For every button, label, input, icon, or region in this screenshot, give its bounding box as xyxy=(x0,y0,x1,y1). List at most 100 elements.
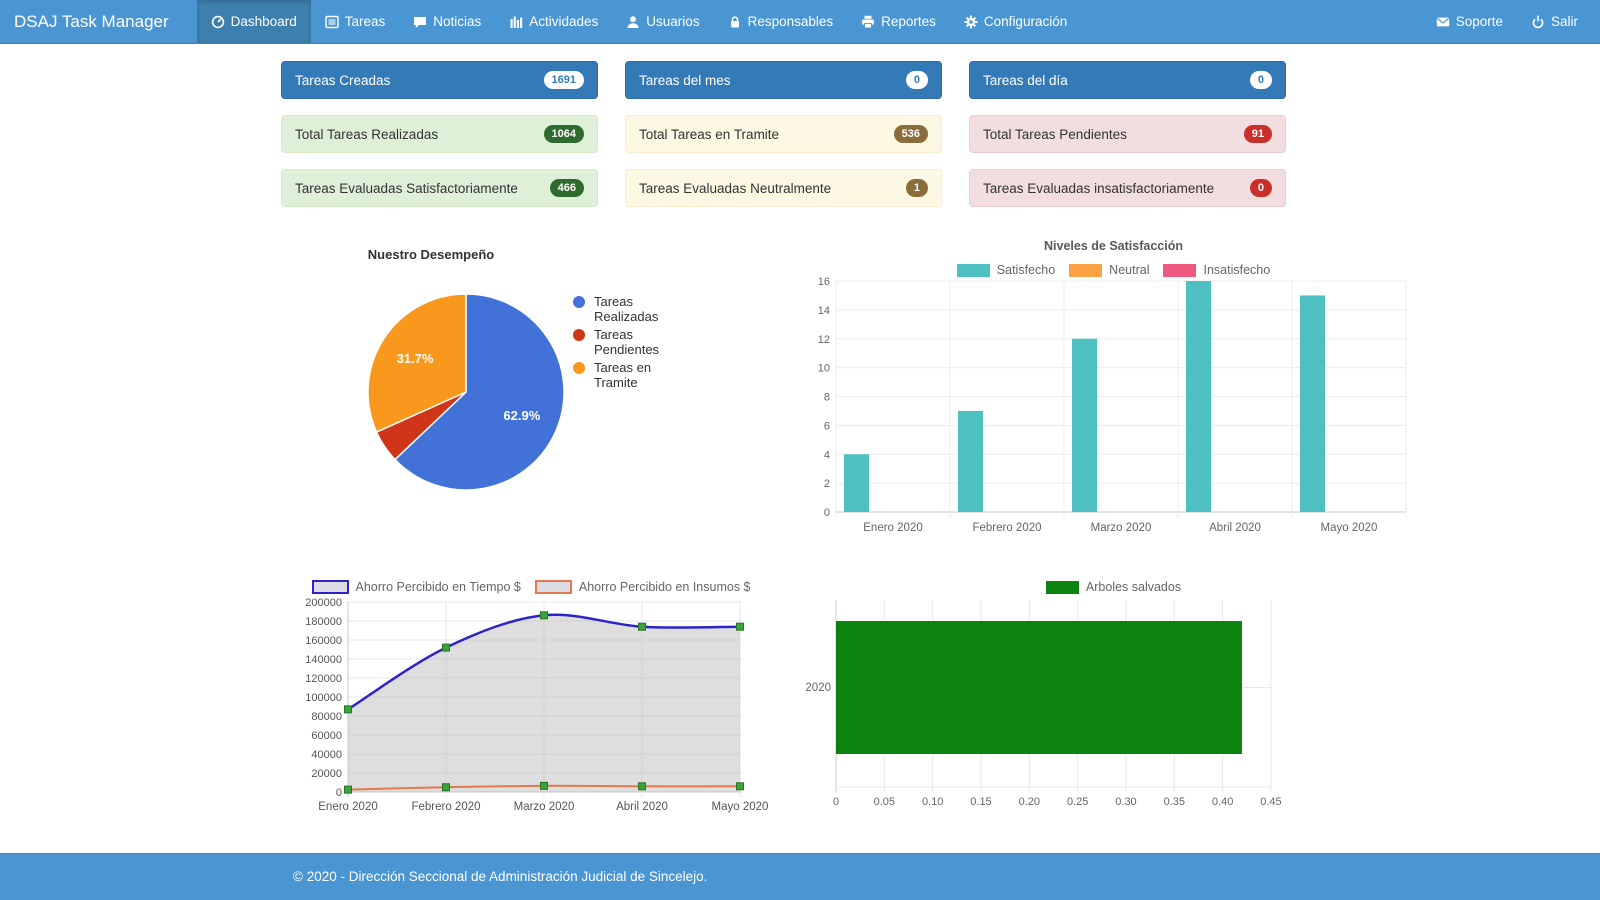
card-title: Total Tareas en Tramite xyxy=(639,127,779,142)
savings-legend: Ahorro Percibido en Tiempo $ Ahorro Perci… xyxy=(281,580,781,594)
bar-stats-icon xyxy=(509,15,523,29)
nav-item-usuarios[interactable]: Usuarios xyxy=(612,0,713,43)
card-title: Tareas Creadas xyxy=(295,73,390,88)
legend-item[interactable]: Insatisfecho xyxy=(1163,263,1270,277)
legend-swatch xyxy=(573,329,585,341)
pie-legend-item[interactable]: Tareas Realizadas xyxy=(573,294,676,324)
legend-item[interactable]: Ahorro Percibido en Insumos $ xyxy=(535,580,751,594)
nav-item-reportes[interactable]: Reportes xyxy=(847,0,950,43)
legend-swatch xyxy=(1046,581,1079,594)
count-badge: 1691 xyxy=(544,71,584,89)
svg-text:Febrero 2020: Febrero 2020 xyxy=(411,801,480,813)
legend-swatch xyxy=(957,264,990,277)
legend-item[interactable]: Neutral xyxy=(1069,263,1149,277)
count-badge: 0 xyxy=(906,71,928,89)
card-tareas-mes: Tareas del mes 0 xyxy=(625,61,942,99)
stat-cards: Tareas Creadas 1691 Tareas del mes 0 Tar… xyxy=(281,61,1286,207)
svg-text:Mayo 2020: Mayo 2020 xyxy=(712,801,769,813)
legend-item[interactable]: Ahorro Percibido en Tiempo $ xyxy=(312,580,521,594)
nav-item-salir[interactable]: Salir xyxy=(1517,0,1592,43)
pie-legend-item[interactable]: Tareas Pendientes xyxy=(573,327,676,357)
svg-text:12: 12 xyxy=(818,334,830,346)
nav-item-tareas[interactable]: Tareas xyxy=(311,0,400,43)
card-tareas-dia: Tareas del día 0 xyxy=(969,61,1286,99)
count-badge: 466 xyxy=(550,179,584,197)
card-title: Total Tareas Realizadas xyxy=(295,127,438,142)
nav-item-noticias[interactable]: Noticias xyxy=(399,0,495,43)
svg-text:2020: 2020 xyxy=(806,682,831,694)
card-tareas-creadas: Tareas Creadas 1691 xyxy=(281,61,598,99)
card-tareas-tramite: Total Tareas en Tramite 536 xyxy=(625,115,942,153)
legend-swatch xyxy=(573,362,585,374)
nav-item-dashboard[interactable]: Dashboard xyxy=(197,0,311,43)
nav-item-configuracion[interactable]: Configuración xyxy=(950,0,1081,43)
envelope-icon xyxy=(1436,15,1450,29)
svg-text:Abril 2020: Abril 2020 xyxy=(1209,522,1261,534)
legend-swatch xyxy=(1069,264,1102,277)
svg-text:160000: 160000 xyxy=(305,635,342,647)
svg-text:0.40: 0.40 xyxy=(1212,796,1233,808)
svg-text:0: 0 xyxy=(336,787,342,799)
satisfaction-legend: Satisfecho Neutral Insatisfecho xyxy=(806,263,1421,277)
count-badge: 536 xyxy=(894,125,928,143)
svg-text:0: 0 xyxy=(824,507,830,519)
svg-text:16: 16 xyxy=(818,277,830,288)
performance-pie-chart: Nuestro Desempeño 62.9%31.7% Tareas Real… xyxy=(281,231,781,544)
card-title: Tareas del día xyxy=(983,73,1068,88)
comment-bubble-icon xyxy=(413,15,427,29)
printer-icon xyxy=(861,15,875,29)
svg-text:0: 0 xyxy=(833,796,839,808)
lock-icon xyxy=(728,15,742,29)
trees-hbar-chart: Arboles salvados 00.050.100.150.200.250.… xyxy=(806,580,1421,831)
user-icon xyxy=(626,15,640,29)
main-content: Tareas Creadas 1691 Tareas del mes 0 Tar… xyxy=(281,61,1421,831)
svg-text:0.20: 0.20 xyxy=(1019,796,1040,808)
count-badge: 1 xyxy=(906,179,928,197)
svg-text:140000: 140000 xyxy=(305,654,342,666)
card-tareas-realizadas: Total Tareas Realizadas 1064 xyxy=(281,115,598,153)
svg-text:Marzo 2020: Marzo 2020 xyxy=(1091,522,1152,534)
card-title: Tareas Evaluadas Satisfactoriamente xyxy=(295,181,518,196)
svg-text:0.15: 0.15 xyxy=(970,796,991,808)
satisfaction-bar-chart: Niveles de Satisfacción SatisfechoNeutra… xyxy=(806,231,1421,544)
charts-area: Nuestro Desempeño 62.9%31.7% Tareas Real… xyxy=(281,231,1421,831)
pie-legend-item[interactable]: Tareas en Tramite xyxy=(573,360,676,390)
legend-label: Neutral xyxy=(1109,263,1149,277)
footer: © 2020 - Dirección Seccional de Administ… xyxy=(0,853,1600,900)
legend-label: Arboles salvados xyxy=(1086,580,1181,594)
svg-text:0.30: 0.30 xyxy=(1115,796,1136,808)
navbar: DSAJ Task Manager Dashboard Tareas Notic… xyxy=(0,0,1600,44)
power-icon xyxy=(1531,15,1545,29)
trees-legend: Arboles salvados xyxy=(806,580,1421,594)
card-title: Tareas Evaluadas Neutralmente xyxy=(639,181,831,196)
nav-item-actividades[interactable]: Actividades xyxy=(495,0,612,43)
legend-item[interactable]: Satisfecho xyxy=(957,263,1055,277)
count-badge: 1064 xyxy=(544,125,584,143)
svg-text:31.7%: 31.7% xyxy=(397,351,434,366)
pie-chart-title: Nuestro Desempeño xyxy=(281,247,581,262)
count-badge: 91 xyxy=(1244,125,1272,143)
svg-text:0.05: 0.05 xyxy=(874,796,895,808)
savings-chart-canvas: 0200004000060000800001000001200001400001… xyxy=(281,594,781,826)
card-tareas-pendientes: Total Tareas Pendientes 91 xyxy=(969,115,1286,153)
svg-text:20000: 20000 xyxy=(311,768,342,780)
svg-text:4: 4 xyxy=(824,449,830,461)
legend-item[interactable]: Arboles salvados xyxy=(1046,580,1181,594)
satisfaction-chart-canvas: 0246810121416Enero 2020Febrero 2020Marzo… xyxy=(806,277,1421,539)
nav-item-responsables[interactable]: Responsables xyxy=(714,0,848,43)
nav-right: Soporte Salir xyxy=(1422,0,1592,43)
count-badge: 0 xyxy=(1250,71,1272,89)
legend-swatch xyxy=(1163,264,1196,277)
nav-item-soporte[interactable]: Soporte xyxy=(1422,0,1517,43)
svg-text:Mayo 2020: Mayo 2020 xyxy=(1321,522,1378,534)
legend-swatch xyxy=(535,580,572,594)
dashboard-gauge-icon xyxy=(211,15,225,29)
svg-text:Enero 2020: Enero 2020 xyxy=(318,801,377,813)
app-brand[interactable]: DSAJ Task Manager xyxy=(0,0,183,43)
legend-label: Ahorro Percibido en Tiempo $ xyxy=(356,580,521,594)
card-title: Total Tareas Pendientes xyxy=(983,127,1127,142)
footer-copyright: © 2020 - Dirección Seccional de Administ… xyxy=(293,854,1600,899)
svg-text:0.25: 0.25 xyxy=(1067,796,1088,808)
card-evaluadas-insatisfactoriamente: Tareas Evaluadas insatisfactoriamente 0 xyxy=(969,169,1286,207)
svg-text:Febrero 2020: Febrero 2020 xyxy=(972,522,1041,534)
